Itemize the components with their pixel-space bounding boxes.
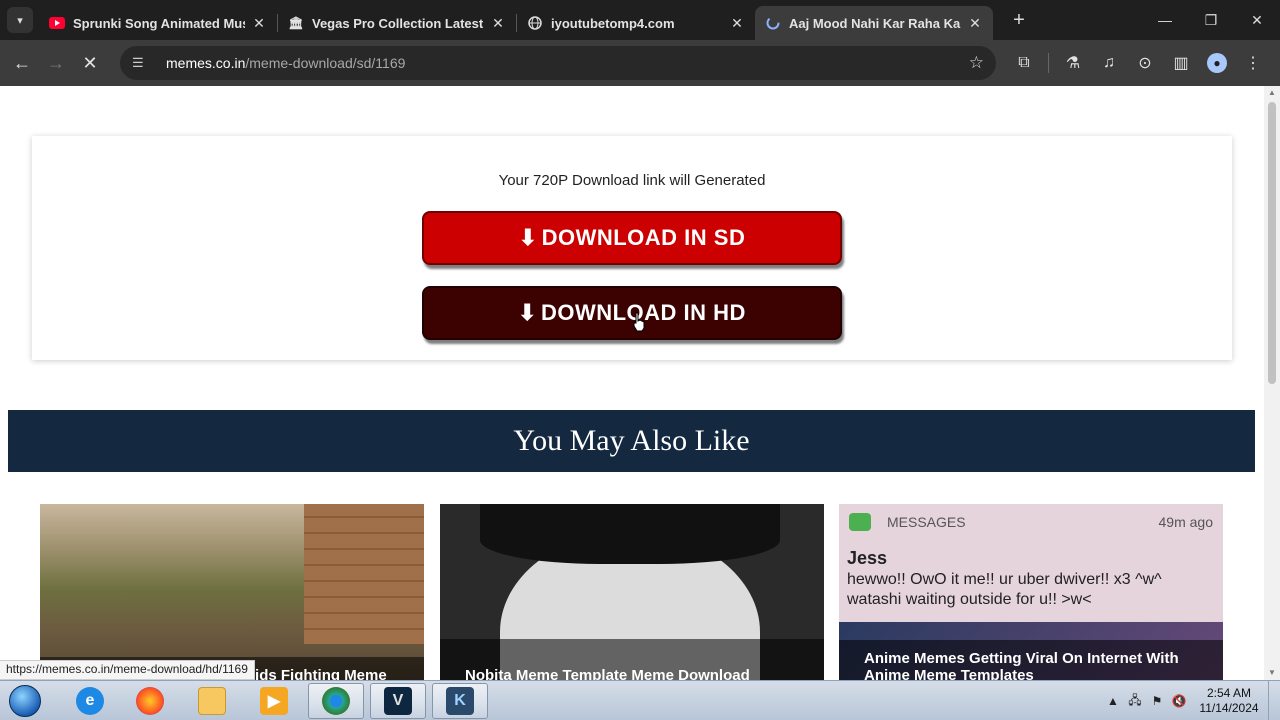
- messages-body: hewwo!! OwO it me!! ur uber dwiver!! x3 …: [847, 571, 1162, 608]
- tab-sprunki[interactable]: Sprunki Song Animated Music ✕: [39, 6, 277, 40]
- stop-loading-button[interactable]: ✕: [73, 46, 107, 80]
- site-settings-icon[interactable]: ☰: [132, 55, 150, 71]
- bookmark-star-icon[interactable]: ☆: [969, 53, 984, 73]
- thumbnail-hair: [480, 504, 780, 564]
- youtube-icon: [49, 15, 65, 31]
- menu-kebab-icon[interactable]: ⋮: [1235, 46, 1271, 80]
- taskbar-chrome[interactable]: [308, 683, 364, 719]
- download-info-text: Your 720P Download link will Generated: [498, 172, 766, 189]
- globe-icon: [527, 15, 543, 31]
- taskbar-kdenlive[interactable]: K: [432, 683, 488, 719]
- close-icon[interactable]: ✕: [490, 15, 506, 32]
- extensions-icon[interactable]: ⧉: [1006, 46, 1042, 80]
- tab-iyoutubetomp4[interactable]: iyoutubetomp4.com ✕: [517, 6, 755, 40]
- download-icon: ⬇: [518, 225, 538, 250]
- tab-title: Sprunki Song Animated Music: [73, 15, 245, 31]
- scroll-down-arrow-icon[interactable]: ▼: [1264, 666, 1280, 680]
- person-icon: ●: [1207, 53, 1227, 73]
- tab-title: Vegas Pro Collection Latest Bui: [312, 15, 484, 31]
- taskbar-media-player[interactable]: ▶: [246, 683, 302, 719]
- chrome-icon: [322, 687, 350, 715]
- url-host: memes.co.in: [166, 55, 246, 71]
- related-card-anime[interactable]: MESSAGES 49m ago Jess hewwo!! OwO it me!…: [839, 504, 1223, 680]
- page-scrollbar[interactable]: ▲ ▼: [1264, 86, 1280, 680]
- new-tab-button[interactable]: +: [1007, 9, 1031, 32]
- restore-icon[interactable]: ❐: [1188, 0, 1234, 40]
- download-icon[interactable]: ⊙: [1127, 46, 1163, 80]
- related-card-nobita[interactable]: Nobita Meme Template Meme Download: [440, 504, 824, 680]
- close-icon[interactable]: ✕: [729, 15, 745, 32]
- messages-app-name: MESSAGES: [887, 514, 966, 530]
- tab-title: Aaj Mood Nahi Kar Raha Kal D: [789, 15, 961, 31]
- tab-search-button[interactable]: ▾: [7, 7, 33, 33]
- tab-active-meme[interactable]: Aaj Mood Nahi Kar Raha Kal D ✕: [755, 6, 993, 40]
- network-icon[interactable]: 🖧: [1124, 691, 1146, 712]
- windows-taskbar: e ▶ V K ▲ 🖧 ⚑ 🔇 2:54 AM 11/14/2024: [0, 680, 1280, 720]
- tray-expand-icon[interactable]: ▲: [1102, 694, 1124, 708]
- taskbar-firefox[interactable]: [122, 683, 178, 719]
- close-icon: ✕: [82, 52, 98, 73]
- download-sd-button[interactable]: ⬇ DOWNLOAD IN SD: [422, 211, 842, 265]
- tab-vegas[interactable]: 🏛 Vegas Pro Collection Latest Bui ✕: [278, 6, 516, 40]
- loading-icon: [765, 15, 781, 31]
- messages-header: MESSAGES 49m ago: [839, 504, 1223, 540]
- messages-time: 49m ago: [1158, 514, 1213, 530]
- windows-logo-icon: [9, 685, 41, 717]
- start-button[interactable]: [4, 682, 46, 720]
- side-panel-icon[interactable]: ▥: [1163, 46, 1199, 80]
- firefox-icon: [136, 687, 164, 715]
- arrow-left-icon: ←: [13, 52, 31, 73]
- minimize-icon[interactable]: —: [1142, 0, 1188, 40]
- system-clock[interactable]: 2:54 AM 11/14/2024: [1194, 686, 1264, 716]
- messages-app-icon: [849, 513, 871, 531]
- vegas-icon: V: [384, 687, 412, 715]
- address-bar[interactable]: ☰ memes.co.in/meme-download/sd/1169 ☆: [120, 46, 996, 80]
- clock-date: 11/14/2024: [1199, 701, 1259, 715]
- show-desktop-button[interactable]: [1268, 681, 1280, 720]
- tab-title: iyoutubetomp4.com: [551, 15, 675, 31]
- close-icon[interactable]: ✕: [251, 15, 267, 32]
- download-sd-label: DOWNLOAD IN SD: [541, 225, 746, 250]
- toolbar-actions: ⧉ ⚗ ♫ ⊙ ▥ ● ⋮: [1006, 46, 1271, 80]
- download-icon: ⬇: [518, 300, 537, 325]
- back-button[interactable]: ←: [5, 46, 39, 80]
- url-path: /meme-download/sd/1169: [245, 55, 406, 71]
- related-caption: Nobita Meme Template Meme Download: [440, 639, 824, 680]
- related-caption: Anime Memes Getting Viral On Internet Wi…: [839, 640, 1223, 680]
- profile-avatar[interactable]: ●: [1199, 46, 1235, 80]
- window-controls: — ❐ ✕: [1142, 0, 1280, 40]
- taskbar-vegas-pro[interactable]: V: [370, 683, 426, 719]
- hand-cursor-icon: [633, 312, 645, 332]
- section-heading: You May Also Like: [8, 410, 1255, 472]
- close-window-icon[interactable]: ✕: [1234, 0, 1280, 40]
- page-viewport: Your 720P Download link will Generated ⬇…: [0, 86, 1264, 680]
- chevron-down-icon: ▾: [17, 14, 23, 27]
- toolbar-divider: [1048, 53, 1049, 73]
- media-control-icon[interactable]: ♫: [1091, 46, 1127, 80]
- taskbar-internet-explorer[interactable]: e: [62, 683, 118, 719]
- action-center-flag-icon[interactable]: ⚑: [1146, 694, 1168, 708]
- taskbar-file-explorer[interactable]: [184, 683, 240, 719]
- internet-explorer-icon: e: [76, 687, 104, 715]
- tab-bar: ▾ Sprunki Song Animated Music ✕ 🏛 Vegas …: [0, 0, 1280, 40]
- clock-time: 2:54 AM: [1206, 686, 1252, 700]
- folder-icon: [198, 687, 226, 715]
- section-title: You May Also Like: [513, 424, 750, 457]
- volume-muted-icon[interactable]: 🔇: [1168, 694, 1190, 708]
- status-link-preview: https://memes.co.in/meme-download/hd/116…: [0, 660, 255, 680]
- forward-button[interactable]: →: [39, 46, 73, 80]
- media-player-icon: ▶: [260, 687, 288, 715]
- messages-sender: Jess: [847, 548, 888, 568]
- browser-toolbar: ← → ✕ ☰ memes.co.in/meme-download/sd/116…: [0, 40, 1280, 86]
- close-icon[interactable]: ✕: [967, 15, 983, 32]
- related-card-gaddari[interactable]: Gaddari Karta Hai Indian Kids Fighting M…: [40, 504, 424, 680]
- arrow-right-icon: →: [47, 52, 65, 73]
- system-tray: ▲ 🖧 ⚑ 🔇 2:54 AM 11/14/2024: [1102, 681, 1280, 720]
- labs-icon[interactable]: ⚗: [1055, 46, 1091, 80]
- scrollbar-thumb[interactable]: [1268, 102, 1276, 384]
- kdenlive-icon: K: [446, 687, 474, 715]
- library-icon: 🏛: [288, 16, 304, 30]
- scroll-up-arrow-icon[interactable]: ▲: [1264, 86, 1280, 100]
- thumbnail-image: [304, 504, 424, 644]
